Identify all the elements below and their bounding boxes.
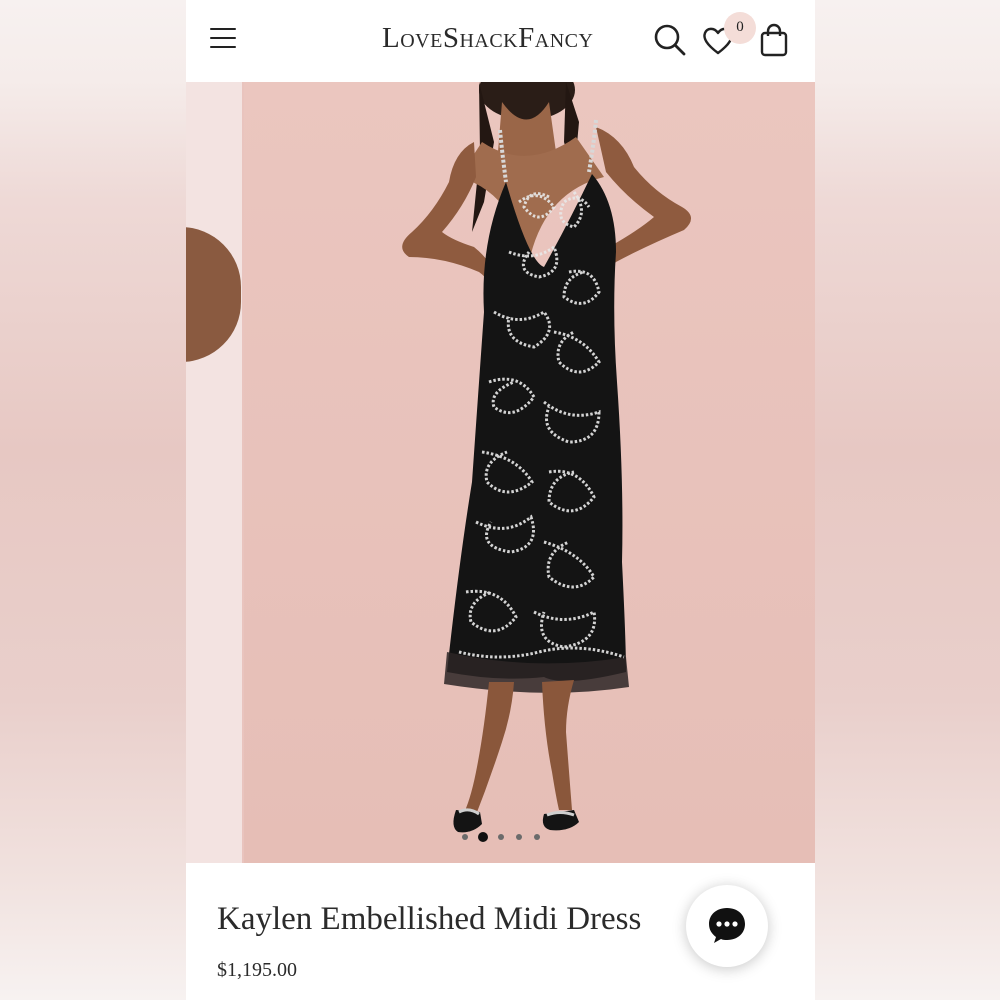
model-arm-image [186, 227, 241, 362]
wishlist-count-badge: 0 [724, 12, 756, 44]
site-header: LoveShackFancy 0 [186, 0, 815, 82]
brand-logo[interactable]: LoveShackFancy [382, 22, 593, 58]
mobile-page: LoveShackFancy 0 Kaylen Embellished Midi… [186, 0, 815, 1000]
gallery-pagination [460, 830, 550, 844]
product-price: $1,195.00 [217, 959, 297, 981]
blurred-background-right [815, 0, 1000, 1000]
chat-bubble-icon [709, 908, 745, 943]
product-image-gallery[interactable] [186, 82, 815, 863]
pagination-dot-active[interactable] [478, 832, 488, 842]
pagination-dot[interactable] [534, 834, 540, 840]
hamburger-menu-icon[interactable] [210, 28, 238, 50]
model-in-dress-image [402, 82, 692, 833]
pagination-dot[interactable] [462, 834, 468, 840]
pagination-dot[interactable] [498, 834, 504, 840]
blurred-background-left [0, 0, 186, 1000]
pagination-dot[interactable] [516, 834, 522, 840]
chat-button[interactable] [686, 885, 768, 967]
previous-slide-image[interactable] [186, 82, 242, 863]
product-info: Kaylen Embellished Midi Dress $1,195.00 [186, 863, 815, 1000]
product-title: Kaylen Embellished Midi Dress [217, 901, 642, 937]
search-icon[interactable] [650, 20, 690, 60]
shopping-bag-icon[interactable] [754, 20, 794, 60]
product-photo[interactable] [244, 82, 815, 863]
